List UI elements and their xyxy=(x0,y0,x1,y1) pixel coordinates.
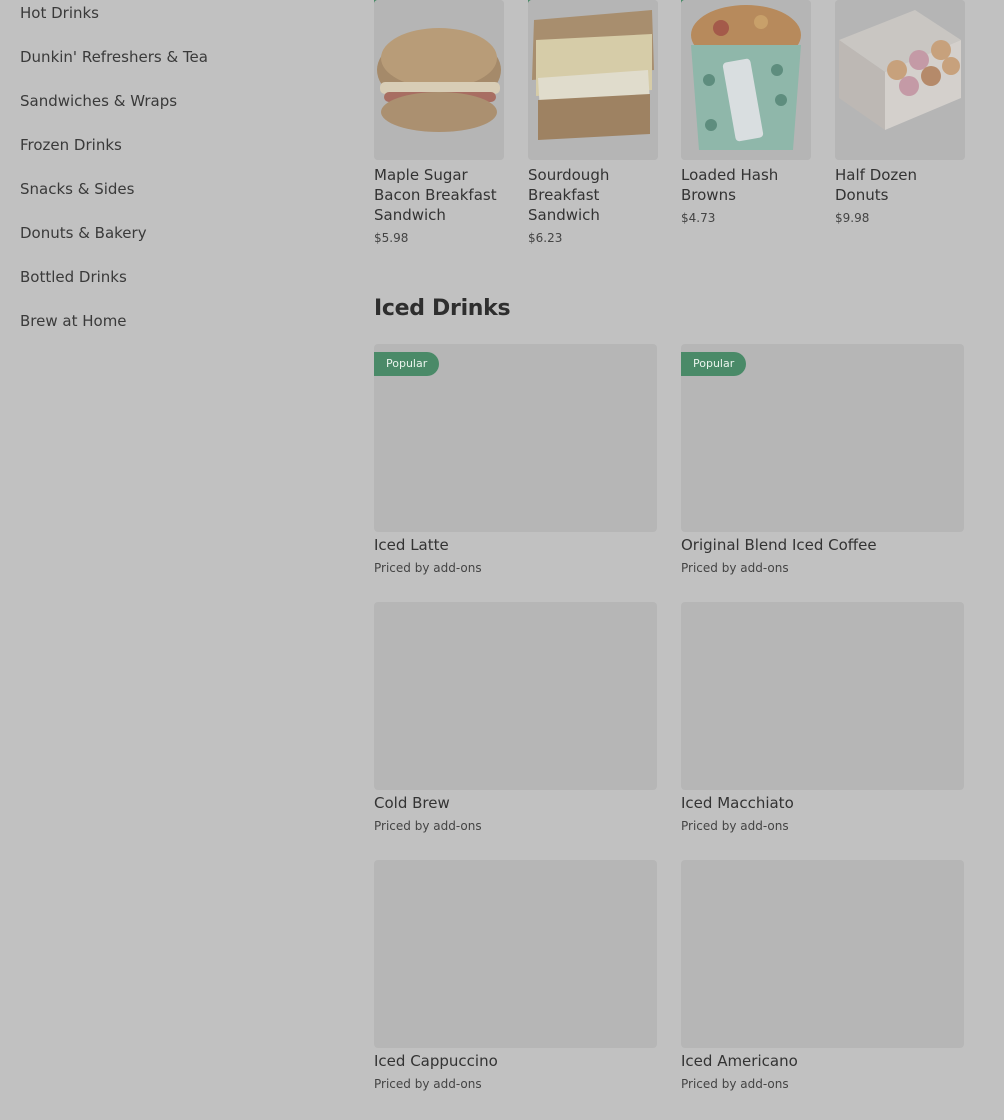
item-name: Original Blend Iced Coffee xyxy=(681,536,877,554)
section-title-iced-drinks: Iced Drinks xyxy=(374,296,511,321)
item-price: Priced by add-ons xyxy=(681,819,789,833)
menu-item-card[interactable]: Popular Original Blend Iced Coffee Price… xyxy=(681,344,964,584)
menu-item-card[interactable]: Iced Cappuccino Priced by add-ons xyxy=(374,860,657,1100)
sourdough-sandwich-image xyxy=(528,0,658,160)
item-image-placeholder xyxy=(681,860,964,1048)
sidebar-item-bottled-drinks[interactable]: Bottled Drinks xyxy=(20,264,127,290)
sidebar-item-hot-drinks[interactable]: Hot Drinks xyxy=(20,0,99,26)
item-price: $4.73 xyxy=(681,211,716,225)
menu-item-card[interactable]: Half Dozen Donuts $9.98 xyxy=(835,0,965,230)
sidebar-item-sandwiches-wraps[interactable]: Sandwiches & Wraps xyxy=(20,88,177,114)
menu-item-card[interactable]: Maple Sugar Bacon Breakfast Sandwich $5.… xyxy=(374,0,504,250)
hash-browns-cup-image xyxy=(681,0,811,160)
item-price: Priced by add-ons xyxy=(374,1077,482,1091)
popular-badge: Popular xyxy=(681,352,747,376)
item-image-placeholder xyxy=(374,602,657,790)
sidebar-item-refreshers-tea[interactable]: Dunkin' Refreshers & Tea xyxy=(20,44,208,70)
item-price: Priced by add-ons xyxy=(681,561,789,575)
menu-item-card[interactable]: Sourdough Breakfast Sandwich $6.23 xyxy=(528,0,658,250)
popular-badge: Popular xyxy=(374,352,440,376)
item-name: Iced Latte xyxy=(374,536,449,554)
sidebar-item-frozen-drinks[interactable]: Frozen Drinks xyxy=(20,132,122,158)
menu-item-card[interactable]: Loaded Hash Browns $4.73 xyxy=(681,0,811,230)
sidebar-item-donuts-bakery[interactable]: Donuts & Bakery xyxy=(20,220,147,246)
menu-item-card[interactable]: Cold Brew Priced by add-ons xyxy=(374,602,657,842)
item-price: $5.98 xyxy=(374,231,409,245)
item-name: Iced Macchiato xyxy=(681,794,794,812)
item-price: Priced by add-ons xyxy=(374,561,482,575)
sidebar-item-snacks-sides[interactable]: Snacks & Sides xyxy=(20,176,134,202)
item-price: Priced by add-ons xyxy=(681,1077,789,1091)
item-name: Iced Cappuccino xyxy=(374,1052,498,1070)
donut-box-image xyxy=(835,0,965,160)
item-name: Sourdough Breakfast Sandwich xyxy=(528,166,610,224)
menu-item-card[interactable]: Popular Iced Latte Priced by add-ons xyxy=(374,344,657,584)
item-price: Priced by add-ons xyxy=(374,819,482,833)
item-name: Loaded Hash Browns xyxy=(681,166,779,204)
menu-item-card[interactable]: Iced Macchiato Priced by add-ons xyxy=(681,602,964,842)
sidebar-item-brew-at-home[interactable]: Brew at Home xyxy=(20,308,127,334)
item-name: Half Dozen Donuts xyxy=(835,166,918,204)
item-name: Iced Americano xyxy=(681,1052,798,1070)
item-image-placeholder xyxy=(374,860,657,1048)
menu-item-card[interactable]: Iced Americano Priced by add-ons xyxy=(681,860,964,1100)
item-price: $9.98 xyxy=(835,211,870,225)
item-name: Maple Sugar Bacon Breakfast Sandwich xyxy=(374,166,497,224)
item-price: $6.23 xyxy=(528,231,563,245)
item-name: Cold Brew xyxy=(374,794,450,812)
croissant-sandwich-image xyxy=(374,0,504,160)
item-image-placeholder xyxy=(681,602,964,790)
